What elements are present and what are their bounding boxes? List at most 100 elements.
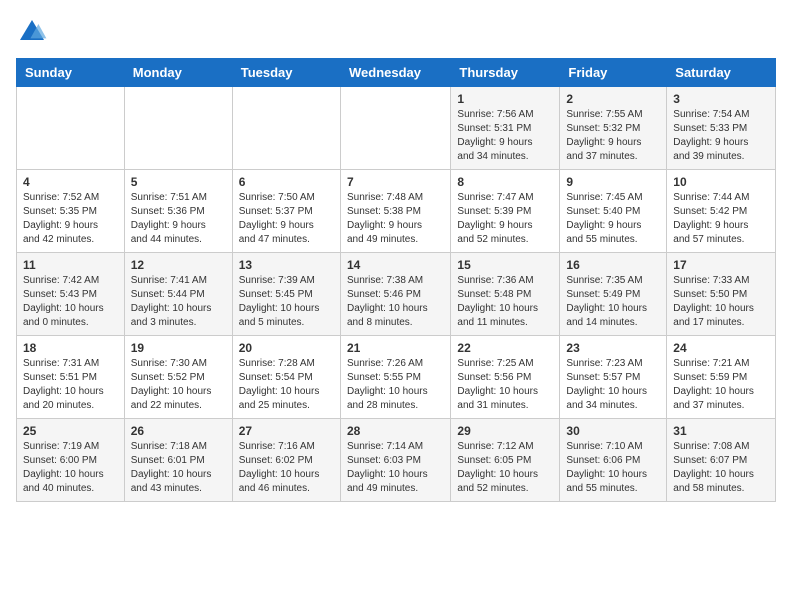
cell-content: Sunrise: 7:48 AM Sunset: 5:38 PM Dayligh… [347, 191, 444, 247]
calendar-week-3: 11 Sunrise: 7:42 AM Sunset: 5:43 PM Dayli… [17, 253, 776, 336]
logo [16, 16, 52, 48]
calendar-cell: 15Sunrise: 7:36 AM Sunset: 5:48 PM Dayli… [451, 253, 560, 336]
day-number: 20 [239, 341, 334, 355]
day-number: 6 [239, 175, 334, 189]
calendar-cell: 31 Sunrise: 7:08 AM Sunset: 6:07 PM Dayli… [667, 419, 776, 502]
calendar-table: SundayMondayTuesdayWednesdayThursdayFrid… [16, 58, 776, 502]
day-number: 16 [566, 258, 660, 272]
cell-content: Sunrise: 7:31 AM Sunset: 5:51 PM Dayligh… [23, 357, 118, 413]
weekday-monday: Monday [124, 59, 232, 87]
calendar-cell: 2 Sunrise: 7:55 AM Sunset: 5:32 PM Daylig… [560, 87, 667, 170]
cell-content: Sunrise: 7:28 AM Sunset: 5:54 PM Dayligh… [239, 357, 334, 413]
day-number: 30 [566, 424, 660, 438]
weekday-header-row: SundayMondayTuesdayWednesdayThursdayFrid… [17, 59, 776, 87]
calendar-cell: 29 Sunrise: 7:12 AM Sunset: 6:05 PM Dayli… [451, 419, 560, 502]
calendar-cell [232, 87, 340, 170]
day-number: 4 [23, 175, 118, 189]
day-number: 10 [673, 175, 769, 189]
cell-content: Sunrise: 7:10 AM Sunset: 6:06 PM Dayligh… [566, 440, 660, 496]
calendar-cell: 3Sunrise: 7:54 AM Sunset: 5:33 PM Daylig… [667, 87, 776, 170]
calendar-cell: 4 Sunrise: 7:52 AM Sunset: 5:35 PM Daylig… [17, 170, 125, 253]
cell-content: Sunrise: 7:08 AM Sunset: 6:07 PM Dayligh… [673, 440, 769, 496]
day-number: 8 [457, 175, 553, 189]
calendar-cell: 28 Sunrise: 7:14 AM Sunset: 6:03 PM Dayli… [340, 419, 450, 502]
calendar-cell: 6Sunrise: 7:50 AM Sunset: 5:37 PM Daylig… [232, 170, 340, 253]
cell-content: Sunrise: 7:42 AM Sunset: 5:43 PM Dayligh… [23, 274, 118, 330]
day-number: 7 [347, 175, 444, 189]
day-number: 13 [239, 258, 334, 272]
calendar-cell: 14 Sunrise: 7:38 AM Sunset: 5:46 PM Dayli… [340, 253, 450, 336]
day-number: 19 [131, 341, 226, 355]
cell-content: Sunrise: 7:21 AM Sunset: 5:59 PM Dayligh… [673, 357, 769, 413]
calendar-cell: 20 Sunrise: 7:28 AM Sunset: 5:54 PM Dayli… [232, 336, 340, 419]
logo-icon [16, 16, 48, 48]
day-number: 28 [347, 424, 444, 438]
day-number: 14 [347, 258, 444, 272]
day-number: 15 [457, 258, 553, 272]
day-number: 17 [673, 258, 769, 272]
cell-content: Sunrise: 7:25 AM Sunset: 5:56 PM Dayligh… [457, 357, 553, 413]
calendar-cell [17, 87, 125, 170]
day-number: 21 [347, 341, 444, 355]
cell-content: Sunrise: 7:52 AM Sunset: 5:35 PM Dayligh… [23, 191, 118, 247]
calendar-cell: 18 Sunrise: 7:31 AM Sunset: 5:51 PM Dayli… [17, 336, 125, 419]
calendar-week-1: 1 Sunrise: 7:56 AM Sunset: 5:31 PM Daylig… [17, 87, 776, 170]
weekday-saturday: Saturday [667, 59, 776, 87]
cell-content: Sunrise: 7:35 AM Sunset: 5:49 PM Dayligh… [566, 274, 660, 330]
day-number: 9 [566, 175, 660, 189]
day-number: 11 [23, 258, 118, 272]
weekday-tuesday: Tuesday [232, 59, 340, 87]
calendar-cell: 30 Sunrise: 7:10 AM Sunset: 6:06 PM Dayli… [560, 419, 667, 502]
cell-content: Sunrise: 7:54 AM Sunset: 5:33 PM Dayligh… [673, 108, 769, 164]
calendar-cell: 13 Sunrise: 7:39 AM Sunset: 5:45 PM Dayli… [232, 253, 340, 336]
weekday-sunday: Sunday [17, 59, 125, 87]
calendar-cell: 23 Sunrise: 7:23 AM Sunset: 5:57 PM Dayli… [560, 336, 667, 419]
cell-content: Sunrise: 7:41 AM Sunset: 5:44 PM Dayligh… [131, 274, 226, 330]
calendar-cell: 22 Sunrise: 7:25 AM Sunset: 5:56 PM Dayli… [451, 336, 560, 419]
cell-content: Sunrise: 7:12 AM Sunset: 6:05 PM Dayligh… [457, 440, 553, 496]
calendar-cell: 24Sunrise: 7:21 AM Sunset: 5:59 PM Dayli… [667, 336, 776, 419]
calendar-cell: 5Sunrise: 7:51 AM Sunset: 5:36 PM Daylig… [124, 170, 232, 253]
day-number: 23 [566, 341, 660, 355]
cell-content: Sunrise: 7:45 AM Sunset: 5:40 PM Dayligh… [566, 191, 660, 247]
day-number: 12 [131, 258, 226, 272]
calendar-cell: 10 Sunrise: 7:44 AM Sunset: 5:42 PM Dayli… [667, 170, 776, 253]
calendar-cell: 12 Sunrise: 7:41 AM Sunset: 5:44 PM Dayli… [124, 253, 232, 336]
day-number: 18 [23, 341, 118, 355]
calendar-cell: 8Sunrise: 7:47 AM Sunset: 5:39 PM Daylig… [451, 170, 560, 253]
cell-content: Sunrise: 7:14 AM Sunset: 6:03 PM Dayligh… [347, 440, 444, 496]
cell-content: Sunrise: 7:55 AM Sunset: 5:32 PM Dayligh… [566, 108, 660, 164]
calendar-cell: 25Sunrise: 7:19 AM Sunset: 6:00 PM Dayli… [17, 419, 125, 502]
calendar-cell: 19Sunrise: 7:30 AM Sunset: 5:52 PM Dayli… [124, 336, 232, 419]
cell-content: Sunrise: 7:56 AM Sunset: 5:31 PM Dayligh… [457, 108, 553, 164]
calendar-cell: 11 Sunrise: 7:42 AM Sunset: 5:43 PM Dayli… [17, 253, 125, 336]
weekday-wednesday: Wednesday [340, 59, 450, 87]
cell-content: Sunrise: 7:18 AM Sunset: 6:01 PM Dayligh… [131, 440, 226, 496]
cell-content: Sunrise: 7:44 AM Sunset: 5:42 PM Dayligh… [673, 191, 769, 247]
cell-content: Sunrise: 7:51 AM Sunset: 5:36 PM Dayligh… [131, 191, 226, 247]
day-number: 22 [457, 341, 553, 355]
cell-content: Sunrise: 7:16 AM Sunset: 6:02 PM Dayligh… [239, 440, 334, 496]
weekday-thursday: Thursday [451, 59, 560, 87]
calendar-cell: 1 Sunrise: 7:56 AM Sunset: 5:31 PM Daylig… [451, 87, 560, 170]
cell-content: Sunrise: 7:23 AM Sunset: 5:57 PM Dayligh… [566, 357, 660, 413]
calendar-cell: 27 Sunrise: 7:16 AM Sunset: 6:02 PM Dayli… [232, 419, 340, 502]
calendar-cell: 9 Sunrise: 7:45 AM Sunset: 5:40 PM Daylig… [560, 170, 667, 253]
day-number: 2 [566, 92, 660, 106]
day-number: 31 [673, 424, 769, 438]
day-number: 1 [457, 92, 553, 106]
cell-content: Sunrise: 7:38 AM Sunset: 5:46 PM Dayligh… [347, 274, 444, 330]
calendar-cell: 17 Sunrise: 7:33 AM Sunset: 5:50 PM Dayli… [667, 253, 776, 336]
cell-content: Sunrise: 7:33 AM Sunset: 5:50 PM Dayligh… [673, 274, 769, 330]
calendar-week-2: 4 Sunrise: 7:52 AM Sunset: 5:35 PM Daylig… [17, 170, 776, 253]
day-number: 27 [239, 424, 334, 438]
calendar-cell: 21Sunrise: 7:26 AM Sunset: 5:55 PM Dayli… [340, 336, 450, 419]
calendar-week-5: 25Sunrise: 7:19 AM Sunset: 6:00 PM Dayli… [17, 419, 776, 502]
cell-content: Sunrise: 7:39 AM Sunset: 5:45 PM Dayligh… [239, 274, 334, 330]
calendar-cell [340, 87, 450, 170]
day-number: 25 [23, 424, 118, 438]
day-number: 29 [457, 424, 553, 438]
calendar-cell: 16 Sunrise: 7:35 AM Sunset: 5:49 PM Dayli… [560, 253, 667, 336]
calendar-body: 1 Sunrise: 7:56 AM Sunset: 5:31 PM Daylig… [17, 87, 776, 502]
calendar-cell [124, 87, 232, 170]
